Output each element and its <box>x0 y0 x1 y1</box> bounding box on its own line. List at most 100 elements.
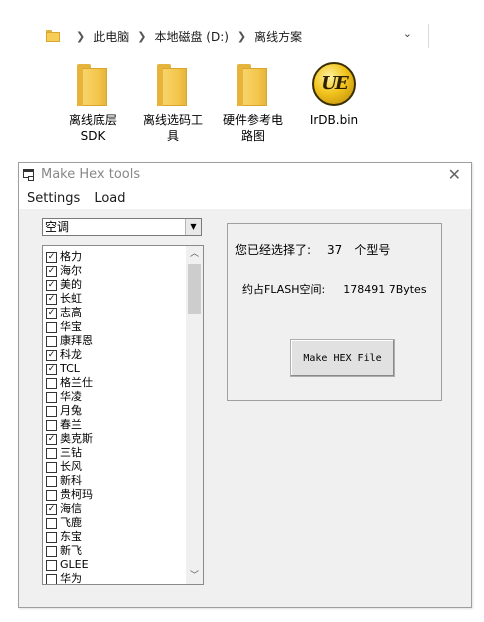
list-item[interactable]: ✓ 格力 <box>46 250 184 264</box>
selected-label: 您已经选择了: <box>235 243 312 257</box>
flash-summary: 约占FLASH空间: 178491 7Bytes <box>242 281 427 297</box>
checkbox-unchecked[interactable] <box>46 517 57 529</box>
list-item-label: 海信 <box>60 502 82 515</box>
brand-list[interactable]: ✓ 格力 ✓ 海尔 ✓ 美的 ✓ 长虹 ✓ 志高 华宝 康拜恩 ✓ 科龙 ✓ TCL 格兰仕 华凌 月兔 春兰 ✓ 奥克斯… <box>42 245 204 585</box>
category-value: 空调 <box>45 220 70 234</box>
list-item[interactable]: ✓ 科龙 <box>46 348 184 362</box>
close-icon[interactable]: ✕ <box>448 165 461 184</box>
list-item[interactable]: 飞鹿 <box>46 516 184 530</box>
list-item-label: 奥克斯 <box>60 432 93 445</box>
list-item[interactable]: ✓ 奥克斯 <box>46 432 184 446</box>
selected-summary: 您已经选择了: 37 个型号 <box>235 241 390 258</box>
make-hex-window: Make Hex tools ✕ Settings Load 空调 ▼ ✓ 格力 ✓… <box>18 162 472 608</box>
list-item-label: TCL <box>60 362 80 375</box>
dropdown-arrow-icon[interactable]: ▼ <box>185 219 201 235</box>
checkbox-checked[interactable]: ✓ <box>46 433 57 445</box>
list-item-label: 长风 <box>60 460 82 473</box>
list-item[interactable]: ✓ 长虹 <box>46 292 184 306</box>
breadcrumb-this-pc[interactable]: 此电脑 <box>93 28 129 45</box>
scroll-up-icon[interactable]: ︿ <box>186 246 203 262</box>
list-item-label: 科龙 <box>60 348 82 361</box>
checkbox-unchecked[interactable] <box>46 405 57 417</box>
checkbox-unchecked[interactable] <box>46 377 57 389</box>
checkbox-unchecked[interactable] <box>46 447 57 459</box>
app-icon <box>23 169 34 181</box>
list-item-label: GLEE <box>60 558 89 571</box>
list-item-label: 格力 <box>60 250 82 263</box>
list-item[interactable]: 贵柯玛 <box>46 488 184 502</box>
list-item[interactable]: 月兔 <box>46 404 184 418</box>
menu-settings[interactable]: Settings <box>21 191 86 206</box>
divider <box>428 24 429 48</box>
list-item-label: 三钻 <box>60 446 82 459</box>
address-bar[interactable]: ❯ 此电脑 ❯ 本地磁盘 (D:) ❯ 离线方案 ⌄ <box>40 22 420 50</box>
scrollbar[interactable]: ︿ ﹀ <box>186 246 203 584</box>
checkbox-unchecked[interactable] <box>46 531 57 543</box>
breadcrumb-local-disk[interactable]: 本地磁盘 (D:) <box>154 28 228 45</box>
list-item[interactable]: ✓ 美的 <box>46 278 184 292</box>
list-item[interactable]: 春兰 <box>46 418 184 432</box>
checkbox-checked[interactable]: ✓ <box>46 349 57 361</box>
file-item-tool-folder[interactable]: 离线选码工 具 <box>138 62 208 144</box>
checkbox-checked[interactable]: ✓ <box>46 251 57 263</box>
checkbox-checked[interactable]: ✓ <box>46 279 57 291</box>
checkbox-unchecked[interactable] <box>46 321 57 333</box>
file-item-sdk-folder[interactable]: 离线底层 SDK <box>58 62 128 144</box>
category-select[interactable]: 空调 ▼ <box>42 218 202 236</box>
selected-unit: 个型号 <box>354 243 391 257</box>
checkbox-unchecked[interactable] <box>46 461 57 473</box>
checkbox-unchecked[interactable] <box>46 475 57 487</box>
scroll-thumb[interactable] <box>188 264 201 314</box>
chevron-right-icon: ❯ <box>236 29 247 43</box>
list-item-label: 春兰 <box>60 418 82 431</box>
checkbox-unchecked[interactable] <box>46 559 57 571</box>
list-item-label: 志高 <box>60 306 82 319</box>
checkbox-checked[interactable]: ✓ <box>46 293 57 305</box>
list-item[interactable]: ✓ TCL <box>46 362 184 376</box>
list-item[interactable]: ✓ 海信 <box>46 502 184 516</box>
list-item[interactable]: 华为 <box>46 572 184 585</box>
title-bar[interactable]: Make Hex tools ✕ <box>19 163 471 187</box>
file-label: 离线选码工 具 <box>142 113 203 143</box>
folder-icon <box>229 62 277 108</box>
checkbox-unchecked[interactable] <box>46 419 57 431</box>
file-item-hardware-folder[interactable]: 硬件参考电 路图 <box>218 62 288 144</box>
list-item[interactable]: 三钻 <box>46 446 184 460</box>
checkbox-checked[interactable]: ✓ <box>46 363 57 375</box>
make-hex-button[interactable]: Make HEX File <box>290 339 395 377</box>
list-item[interactable]: 新科 <box>46 474 184 488</box>
info-panel: 您已经选择了: 37 个型号 约占FLASH空间: 178491 7Bytes Mak… <box>227 223 442 401</box>
list-item-label: 华为 <box>60 572 82 585</box>
file-label: 硬件参考电 路图 <box>222 113 283 143</box>
list-item[interactable]: 华凌 <box>46 390 184 404</box>
chevron-right-icon: ❯ <box>76 29 86 43</box>
list-item[interactable]: 东宝 <box>46 530 184 544</box>
list-item[interactable]: ✓ 海尔 <box>46 264 184 278</box>
list-item[interactable]: 康拜恩 <box>46 334 184 348</box>
list-item[interactable]: ✓ 志高 <box>46 306 184 320</box>
menu-bar: Settings Load <box>19 187 471 209</box>
list-item[interactable]: 格兰仕 <box>46 376 184 390</box>
list-item-label: 康拜恩 <box>60 334 93 347</box>
checkbox-unchecked[interactable] <box>46 573 57 584</box>
chevron-down-icon[interactable]: ⌄ <box>403 27 412 40</box>
checkbox-unchecked[interactable] <box>46 545 57 557</box>
list-item[interactable]: GLEE <box>46 558 184 572</box>
checkbox-checked[interactable]: ✓ <box>46 503 57 515</box>
list-item[interactable]: 长风 <box>46 460 184 474</box>
list-item-label: 格兰仕 <box>60 376 93 389</box>
list-item-label: 海尔 <box>60 264 82 277</box>
list-item[interactable]: 华宝 <box>46 320 184 334</box>
checkbox-unchecked[interactable] <box>46 489 57 501</box>
checkbox-checked[interactable]: ✓ <box>46 307 57 319</box>
checkbox-checked[interactable]: ✓ <box>46 265 57 277</box>
checkbox-unchecked[interactable] <box>46 391 57 403</box>
list-item-label: 贵柯玛 <box>60 488 93 501</box>
list-item[interactable]: 新飞 <box>46 544 184 558</box>
flash-bytes: 178491 7Bytes <box>343 283 427 296</box>
breadcrumb-offline-solution[interactable]: 离线方案 <box>254 28 302 45</box>
menu-load[interactable]: Load <box>88 191 131 206</box>
scroll-down-icon[interactable]: ﹀ <box>186 568 203 584</box>
checkbox-unchecked[interactable] <box>46 335 57 347</box>
file-item-irdb[interactable]: UE IrDB.bin <box>299 62 369 128</box>
